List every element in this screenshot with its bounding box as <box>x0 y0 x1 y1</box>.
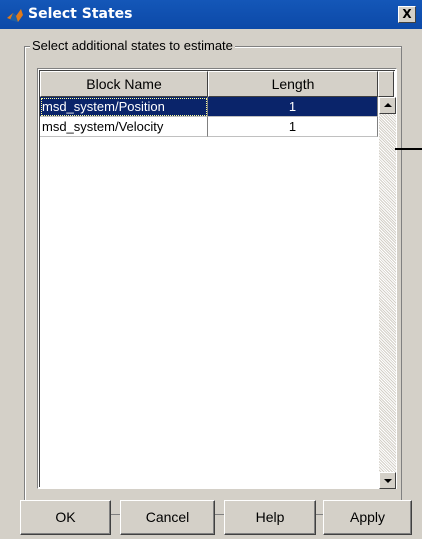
column-header-corner <box>378 71 394 97</box>
states-table[interactable]: Block Name Length msd_system/Position 1 … <box>37 68 397 489</box>
vertical-scrollbar[interactable] <box>379 97 396 489</box>
ok-button[interactable]: OK <box>20 500 111 535</box>
title-bar[interactable]: Select States X <box>0 0 422 29</box>
cell-block-name[interactable]: msd_system/Velocity <box>40 117 208 137</box>
matlab-icon <box>7 9 23 22</box>
apply-button[interactable]: Apply <box>323 500 412 535</box>
cancel-button[interactable]: Cancel <box>120 500 215 535</box>
cell-length[interactable]: 1 <box>208 117 378 137</box>
bottom-margin <box>0 539 422 545</box>
help-button[interactable]: Help <box>224 500 316 535</box>
scroll-down-button[interactable] <box>379 472 396 489</box>
column-header-block-name[interactable]: Block Name <box>40 71 208 97</box>
table-row[interactable]: msd_system/Velocity 1 <box>40 117 378 137</box>
close-button[interactable]: X <box>398 6 416 23</box>
groupbox-label: Select additional states to estimate <box>30 38 235 53</box>
dialog-body: Select additional states to estimate Blo… <box>0 29 422 539</box>
table-row[interactable]: msd_system/Position 1 <box>40 97 378 117</box>
annotation-pointer-line <box>395 148 422 150</box>
dialog-title: Select States <box>28 6 133 22</box>
column-header-length[interactable]: Length <box>208 71 378 97</box>
cell-length[interactable]: 1 <box>208 97 378 117</box>
arrow-down-icon <box>384 479 392 483</box>
close-icon: X <box>402 7 412 21</box>
arrow-up-icon <box>384 103 392 107</box>
select-states-dialog: Select States X Select additional states… <box>0 0 422 545</box>
table-viewport: Block Name Length msd_system/Position 1 … <box>39 70 396 489</box>
cell-block-name[interactable]: msd_system/Position <box>40 97 208 117</box>
scroll-up-button[interactable] <box>379 97 396 114</box>
